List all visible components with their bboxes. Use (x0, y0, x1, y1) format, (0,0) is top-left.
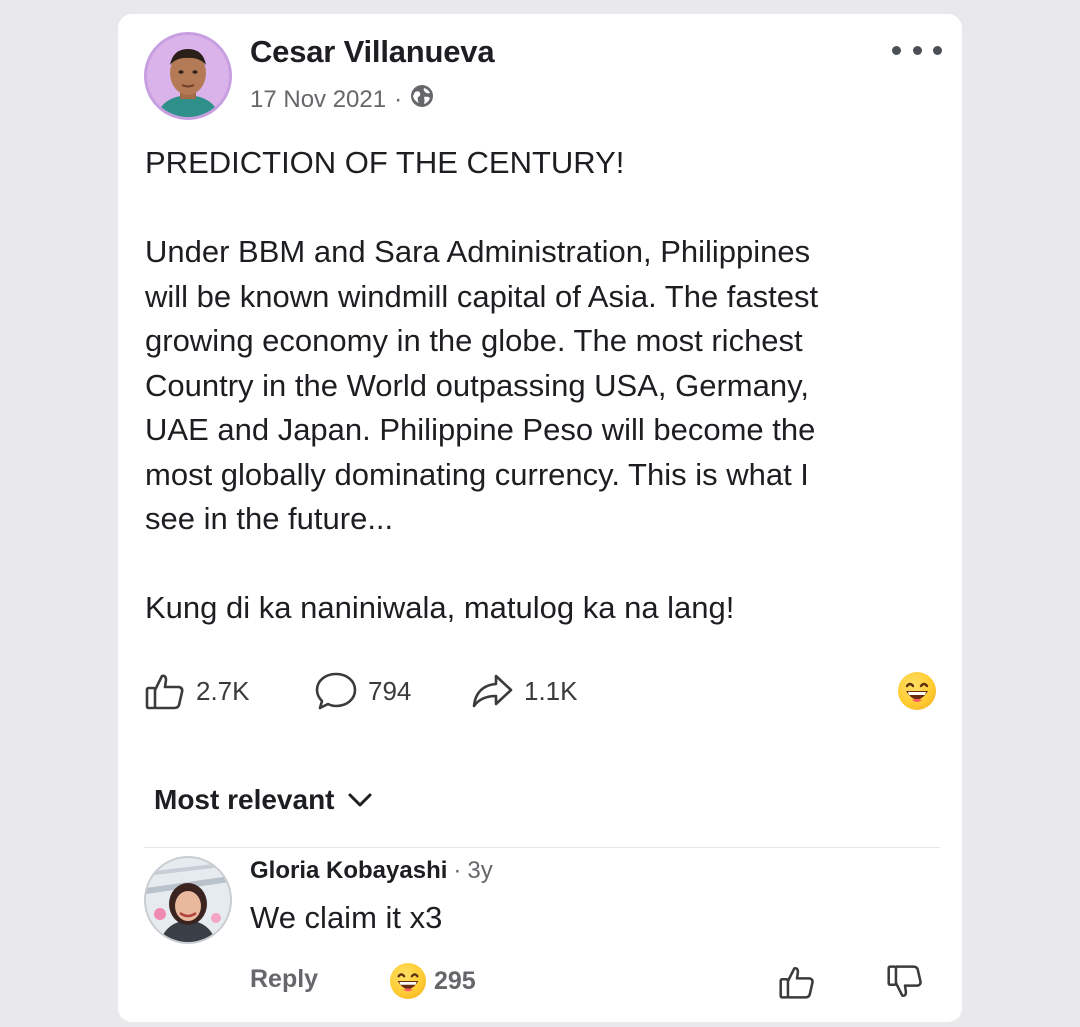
post-line: UAE and Japan. Philippine Peso will beco… (145, 412, 816, 447)
laughing-emoji-icon (390, 963, 426, 999)
post-line: growing economy in the globe. The most r… (145, 323, 803, 358)
comment-time[interactable]: 3y (467, 857, 492, 885)
comment-button[interactable]: 794 (314, 670, 411, 712)
comment-dislike-button[interactable] (886, 963, 924, 1006)
share-button[interactable]: 1.1K (470, 670, 578, 712)
post-line: Under BBM and Sara Administration, Phili… (145, 234, 811, 269)
chevron-down-icon (347, 784, 373, 816)
post-line: Country in the World outpassing USA, Ger… (145, 367, 809, 403)
comment-actions: Reply 295 (250, 963, 940, 1003)
comment-like-button[interactable] (778, 963, 816, 1006)
reply-button[interactable]: Reply (250, 965, 318, 994)
laughing-emoji-icon (898, 672, 936, 710)
author-avatar[interactable] (144, 32, 232, 120)
post-body: PREDICTION OF THE CENTURY! Under BBM and… (145, 141, 935, 631)
thumbs-up-icon (778, 967, 816, 1005)
post-line: will be known windmill capital of Asia. … (145, 278, 819, 314)
like-count: 2.7K (196, 675, 250, 706)
share-count: 1.1K (524, 675, 578, 706)
comment-header: Gloria Kobayashi · 3y (250, 857, 493, 885)
share-arrow-icon (470, 670, 514, 712)
post-author-name[interactable]: Cesar Villanueva (250, 34, 495, 70)
meta-separator: · (394, 85, 403, 113)
post-actions-bar: 2.7K 794 1.1K (144, 670, 944, 718)
dot-icon (933, 45, 942, 55)
post-meta: 17 Nov 2021 · (250, 84, 434, 115)
post-line: see in the future... (145, 501, 394, 536)
comment-text: We claim it x3 (250, 900, 443, 935)
comment-reaction-count: 295 (434, 966, 476, 995)
thumbs-down-icon (886, 965, 924, 1005)
comment-bubble-icon (314, 670, 358, 712)
like-button[interactable]: 2.7K (144, 670, 250, 712)
post-closing-line: Kung di ka naniniwala, matulog ka na lan… (145, 590, 735, 625)
post-card: Cesar Villanueva 17 Nov 2021 · PREDICTIO… (118, 14, 962, 1022)
top-reaction-badge[interactable] (898, 672, 936, 710)
dot-icon (892, 45, 901, 55)
comment-separator: · (453, 857, 462, 884)
post-date[interactable]: 17 Nov 2021 (250, 86, 386, 114)
more-options-button[interactable] (892, 36, 942, 64)
dot-icon (912, 45, 922, 55)
divider (144, 847, 940, 848)
thumbs-up-icon (144, 670, 186, 712)
globe-icon (410, 84, 434, 115)
comment-reactions[interactable]: 295 (390, 963, 476, 999)
comment-count: 794 (368, 675, 412, 706)
commenter-name[interactable]: Gloria Kobayashi (250, 857, 447, 885)
post-headline: PREDICTION OF THE CENTURY! (145, 145, 625, 180)
commenter-avatar[interactable] (144, 856, 232, 944)
comment-sort-dropdown[interactable]: Most relevant (154, 784, 373, 816)
sort-label: Most relevant (154, 784, 335, 815)
post-line: most globally dominating currency. This … (145, 456, 809, 492)
